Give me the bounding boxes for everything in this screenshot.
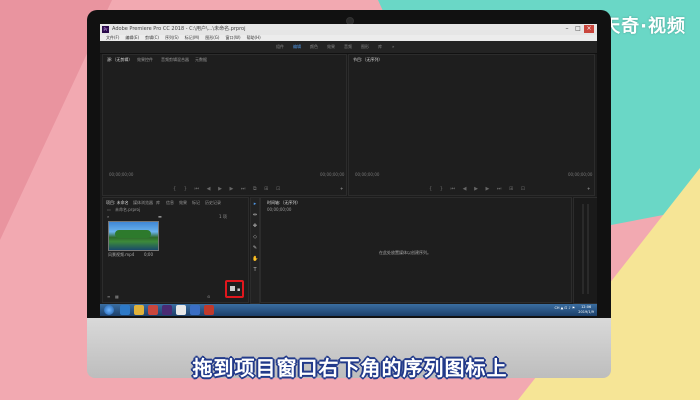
program-timecode-duration: 00;00;00;00 <box>568 172 593 177</box>
new-bin-icon[interactable]: ▬ <box>158 214 162 219</box>
app-icon[interactable] <box>190 305 200 315</box>
tab-info[interactable]: 信息 <box>166 200 174 206</box>
windows-taskbar: CH ▲ ⊡ ♪ ⚑ 12:06 2019/1/9 <box>100 304 597 316</box>
tab-audio-clip-mixer[interactable]: 音频剪辑混合器 <box>161 57 189 63</box>
maximize-button[interactable]: □ <box>573 25 583 33</box>
tab-effect-controls[interactable]: 效果控件 <box>137 57 153 63</box>
track-select-tool-icon[interactable]: ⇹ <box>252 212 258 218</box>
new-item-sequence-icon[interactable] <box>230 286 235 291</box>
clip-duration: 0;00 <box>144 252 153 257</box>
delete-icon[interactable]: ▪ <box>237 287 240 293</box>
start-button[interactable] <box>104 305 114 315</box>
program-monitor-panel: 节目:（无序列） 00;00;00;00 00;00;00;00 { } ⏮ ◀… <box>348 54 595 196</box>
screen: Pr Adobe Premiere Pro CC 2018 - C:\用户\..… <box>100 24 597 316</box>
workspace-tab-audio[interactable]: 音频 <box>344 44 352 50</box>
ie-icon[interactable] <box>120 305 130 315</box>
premiere-taskbar-icon[interactable] <box>162 305 172 315</box>
workspace-tab-assembly[interactable]: 组件 <box>276 44 284 50</box>
system-tray[interactable]: CH ▲ ⊡ ♪ ⚑ <box>554 306 575 310</box>
source-transport-controls[interactable]: { } ⏮ ◀ ▶ ▶ ⏭ ⧉ ⊞ ⊡ <box>173 186 283 192</box>
meter-bar <box>587 204 589 294</box>
source-monitor-panel: 源:（无剪辑） 效果控件 音频剪辑混合器 元数据 00;00;00;00 00;… <box>102 54 347 196</box>
icon-view-icon[interactable]: ▦ <box>115 294 119 299</box>
workspace-tab-effects[interactable]: 效果 <box>327 44 335 50</box>
audio-meters <box>573 197 597 304</box>
add-button-icon[interactable]: + <box>587 186 590 191</box>
tab-libraries[interactable]: 库 <box>156 200 160 206</box>
clip-thumbnail[interactable] <box>108 221 159 251</box>
item-count: 1 项 <box>219 214 227 219</box>
pen-tool-icon[interactable]: ✎ <box>252 245 258 251</box>
folder-icon: ▭ <box>107 207 111 212</box>
search-icon[interactable]: ⌕ <box>107 214 109 219</box>
workspace-tab-editing[interactable]: 编辑 <box>293 44 301 50</box>
app-icon[interactable] <box>204 305 214 315</box>
tab-markers[interactable]: 标记 <box>192 200 200 206</box>
media-player-icon[interactable] <box>148 305 158 315</box>
razor-tool-icon[interactable]: ◇ <box>252 234 258 240</box>
tab-program[interactable]: 节目:（无序列） <box>353 57 382 63</box>
timeline-empty-message: 在此处放置媒体以创建序列。 <box>379 250 431 255</box>
window-title: Adobe Premiere Pro CC 2018 - C:\用户\...\未… <box>112 26 246 32</box>
tools-panel: ▸ ⇹ ✥ ◇ ✎ ✋ T <box>250 197 260 304</box>
type-tool-icon[interactable]: T <box>252 267 258 273</box>
minimize-button[interactable]: – <box>562 25 572 33</box>
hand-tool-icon[interactable]: ✋ <box>252 256 258 262</box>
list-view-icon[interactable]: ≡ <box>107 294 110 299</box>
document-icon[interactable] <box>176 305 186 315</box>
workspace-tab-libraries[interactable]: 库 <box>378 44 382 50</box>
source-timecode-current: 00;00;00;00 <box>109 172 134 177</box>
timeline-timecode: 00;00;00;00 <box>267 207 292 212</box>
source-timecode-duration: 00;00;00;00 <box>320 172 345 177</box>
meter-bar <box>582 204 584 294</box>
window-titlebar: Pr Adobe Premiere Pro CC 2018 - C:\用户\..… <box>100 24 597 35</box>
program-timecode-current: 00;00;00;00 <box>355 172 380 177</box>
project-path: 未命名.prproj <box>115 207 141 212</box>
workspace-overflow-button[interactable]: » <box>392 44 394 49</box>
clock-date: 2019/1/9 <box>578 310 594 314</box>
tab-timeline[interactable]: 时间轴:（无序列） <box>267 200 300 206</box>
system-clock[interactable]: 12:06 2019/1/9 <box>578 305 594 315</box>
clip-label: 风景视频.mp4 <box>108 252 135 257</box>
workspace-tab-color[interactable]: 颜色 <box>310 44 318 50</box>
workspace-tab-graphics[interactable]: 图形 <box>361 44 369 50</box>
workspace-bar: 组件 编辑 颜色 效果 音频 图形 库 » <box>100 41 597 54</box>
ripple-edit-tool-icon[interactable]: ✥ <box>252 223 258 229</box>
watermark: 天奇·视频 <box>602 16 686 37</box>
tab-history[interactable]: 历史记录 <box>205 200 221 206</box>
explorer-icon[interactable] <box>134 305 144 315</box>
tab-source[interactable]: 源:（无剪辑） <box>107 57 132 63</box>
timeline-panel: 时间轴:（无序列） 00;00;00;00 在此处放置媒体以创建序列。 <box>260 197 572 303</box>
tab-media-browser[interactable]: 媒体浏览器 <box>133 200 153 206</box>
tab-effects[interactable]: 效果 <box>179 200 187 206</box>
premiere-logo-icon: Pr <box>102 26 109 33</box>
close-button[interactable]: × <box>584 25 594 33</box>
instruction-caption: 拖到项目窗口右下角的序列图标上 <box>192 356 508 380</box>
tab-metadata[interactable]: 元数据 <box>195 57 207 63</box>
selection-tool-icon[interactable]: ▸ <box>252 201 258 207</box>
zoom-slider-icon[interactable]: ⊙ <box>207 294 210 299</box>
tab-project[interactable]: 项目: 未命名 <box>106 200 129 206</box>
add-button-icon[interactable]: + <box>340 186 343 191</box>
program-transport-controls[interactable]: { } ⏮ ◀ ▶ ▶ ⏭ ⊞ ⊡ <box>429 186 528 192</box>
thumbnail-landscape <box>115 230 151 238</box>
